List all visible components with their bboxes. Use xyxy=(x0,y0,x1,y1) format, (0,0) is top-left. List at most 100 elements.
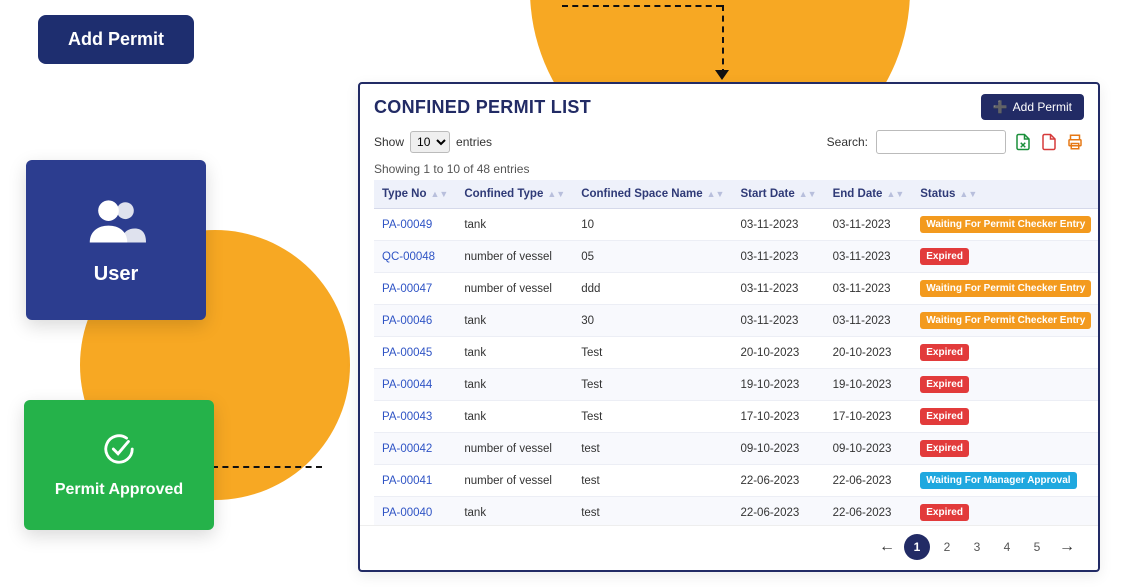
cell-type-no[interactable]: PA-00040 xyxy=(374,497,456,526)
export-excel-icon[interactable] xyxy=(1014,133,1032,151)
search-label: Search: xyxy=(827,135,868,149)
showing-entries-text: Showing 1 to 10 of 48 entries xyxy=(360,158,1098,180)
permit-list-panel: CONFINED PERMIT LIST ➕ Add Permit Show 1… xyxy=(358,82,1100,572)
cell-space-name: Test xyxy=(573,337,732,369)
flow-arrow-top-h xyxy=(562,5,722,7)
status-badge: Expired xyxy=(920,504,969,521)
cell-status: Expired xyxy=(912,433,1098,465)
cell-space-name: Test xyxy=(573,401,732,433)
cell-start-date: 17-10-2023 xyxy=(732,401,824,433)
cell-type-no[interactable]: PA-00043 xyxy=(374,401,456,433)
cell-type-no[interactable]: PA-00047 xyxy=(374,273,456,305)
cell-end-date: 09-10-2023 xyxy=(825,433,913,465)
col-type-no[interactable]: Type No▲▼ xyxy=(374,180,456,209)
cell-type-no[interactable]: PA-00049 xyxy=(374,209,456,241)
cell-confined-type: number of vessel xyxy=(456,465,573,497)
cell-start-date: 03-11-2023 xyxy=(732,209,824,241)
check-circle-icon xyxy=(102,432,136,471)
cell-space-name: ddd xyxy=(573,273,732,305)
table-row: PA-00042number of vesseltest09-10-202309… xyxy=(374,433,1098,465)
cell-confined-type: number of vessel xyxy=(456,241,573,273)
page-number[interactable]: 2 xyxy=(934,534,960,560)
table-row: QC-00048number of vessel0503-11-202303-1… xyxy=(374,241,1098,273)
page-number[interactable]: 5 xyxy=(1024,534,1050,560)
cell-type-no[interactable]: PA-00046 xyxy=(374,305,456,337)
entries-label: entries xyxy=(456,135,492,149)
cell-type-no[interactable]: QC-00048 xyxy=(374,241,456,273)
cell-end-date: 03-11-2023 xyxy=(825,305,913,337)
col-start-date[interactable]: Start Date▲▼ xyxy=(732,180,824,209)
add-permit-button[interactable]: ➕ Add Permit xyxy=(981,94,1084,120)
cell-end-date: 20-10-2023 xyxy=(825,337,913,369)
permit-approved-label: Permit Approved xyxy=(55,481,183,499)
cell-confined-type: tank xyxy=(456,337,573,369)
table-row: PA-00046tank3003-11-202303-11-2023Waitin… xyxy=(374,305,1098,337)
cell-type-no[interactable]: PA-00042 xyxy=(374,433,456,465)
page-number[interactable]: 3 xyxy=(964,534,990,560)
cell-start-date: 03-11-2023 xyxy=(732,273,824,305)
page-number[interactable]: 4 xyxy=(994,534,1020,560)
permit-approved-card: Permit Approved xyxy=(24,400,214,530)
cell-status: Expired xyxy=(912,497,1098,526)
cell-space-name: 05 xyxy=(573,241,732,273)
cell-confined-type: tank xyxy=(456,305,573,337)
cell-end-date: 22-06-2023 xyxy=(825,465,913,497)
table-row: PA-00041number of vesseltest22-06-202322… xyxy=(374,465,1098,497)
page-number[interactable]: 1 xyxy=(904,534,930,560)
cell-type-no[interactable]: PA-00041 xyxy=(374,465,456,497)
cell-status: Waiting For Permit Checker Entry xyxy=(912,209,1098,241)
col-status[interactable]: Status▲▼ xyxy=(912,180,1098,209)
cell-status: Waiting For Permit Checker Entry xyxy=(912,305,1098,337)
cell-space-name: 30 xyxy=(573,305,732,337)
table-row: PA-00049tank1003-11-202303-11-2023Waitin… xyxy=(374,209,1098,241)
cell-start-date: 19-10-2023 xyxy=(732,369,824,401)
cell-status: Expired xyxy=(912,241,1098,273)
add-permit-button-large[interactable]: Add Permit xyxy=(38,15,194,64)
show-label: Show xyxy=(374,135,404,149)
col-end-date[interactable]: End Date▲▼ xyxy=(825,180,913,209)
search-input[interactable] xyxy=(876,130,1006,154)
cell-type-no[interactable]: PA-00045 xyxy=(374,337,456,369)
cell-end-date: 19-10-2023 xyxy=(825,369,913,401)
table-row: PA-00044tankTest19-10-202319-10-2023Expi… xyxy=(374,369,1098,401)
cell-confined-type: tank xyxy=(456,497,573,526)
cell-space-name: 10 xyxy=(573,209,732,241)
print-icon[interactable] xyxy=(1066,133,1084,151)
cell-start-date: 22-06-2023 xyxy=(732,497,824,526)
pagination: ← 12345 → xyxy=(360,525,1098,570)
flow-arrow-left xyxy=(212,466,322,468)
cell-status: Waiting For Manager Approval xyxy=(912,465,1098,497)
export-pdf-icon[interactable] xyxy=(1040,133,1058,151)
flow-arrow-top-head xyxy=(715,70,729,80)
page-size-select[interactable]: 10 xyxy=(410,131,450,153)
cell-space-name: test xyxy=(573,465,732,497)
cell-type-no[interactable]: PA-00044 xyxy=(374,369,456,401)
table-row: PA-00040tanktest22-06-202322-06-2023Expi… xyxy=(374,497,1098,526)
table-row: PA-00043tankTest17-10-202317-10-2023Expi… xyxy=(374,401,1098,433)
cell-status: Expired xyxy=(912,369,1098,401)
cell-start-date: 22-06-2023 xyxy=(732,465,824,497)
cell-end-date: 03-11-2023 xyxy=(825,273,913,305)
permit-table: Type No▲▼ Confined Type▲▼ Confined Space… xyxy=(374,180,1098,525)
status-badge: Waiting For Permit Checker Entry xyxy=(920,280,1091,297)
cell-confined-type: tank xyxy=(456,209,573,241)
cell-start-date: 09-10-2023 xyxy=(732,433,824,465)
status-badge: Waiting For Permit Checker Entry xyxy=(920,312,1091,329)
status-badge: Expired xyxy=(920,248,969,265)
status-badge: Expired xyxy=(920,408,969,425)
cell-confined-type: number of vessel xyxy=(456,433,573,465)
page-prev[interactable]: ← xyxy=(874,534,900,560)
cell-status: Waiting For Permit Checker Entry xyxy=(912,273,1098,305)
cell-end-date: 17-10-2023 xyxy=(825,401,913,433)
cell-start-date: 20-10-2023 xyxy=(732,337,824,369)
status-badge: Expired xyxy=(920,344,969,361)
users-icon xyxy=(86,195,146,251)
col-confined-type[interactable]: Confined Type▲▼ xyxy=(456,180,573,209)
col-space-name[interactable]: Confined Space Name▲▼ xyxy=(573,180,732,209)
cell-end-date: 03-11-2023 xyxy=(825,241,913,273)
cell-status: Expired xyxy=(912,401,1098,433)
page-next[interactable]: → xyxy=(1054,534,1080,560)
plus-icon: ➕ xyxy=(993,100,1008,114)
status-badge: Expired xyxy=(920,440,969,457)
cell-end-date: 03-11-2023 xyxy=(825,209,913,241)
